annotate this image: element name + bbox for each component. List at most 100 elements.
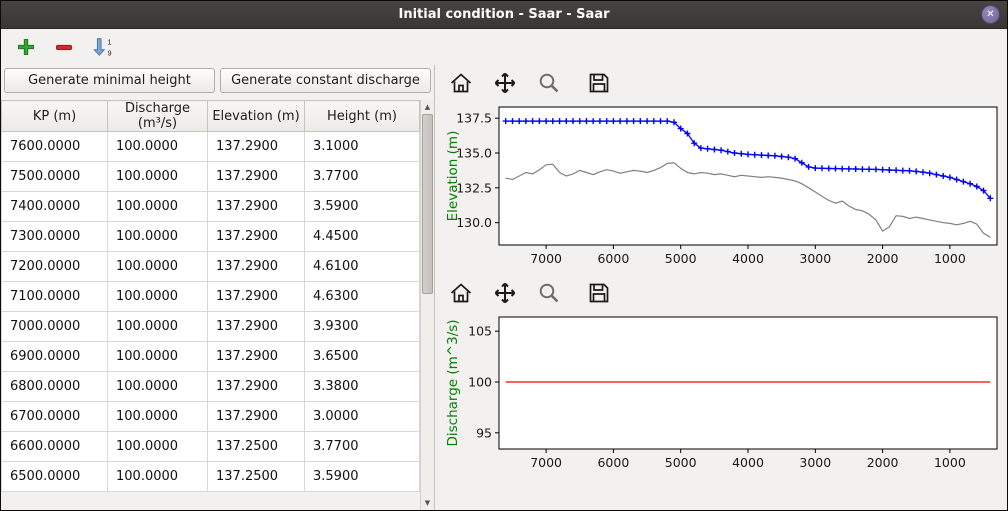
table-cell[interactable]: 3.9300 [305,312,420,342]
sort-ascending-button[interactable]: 1 9 [87,32,117,62]
content-area: Generate minimal height Generate constan… [1,65,1007,510]
table-cell[interactable]: 100.0000 [108,402,208,432]
table-cell[interactable]: 137.2900 [208,162,305,192]
window-title: Initial condition - Saar - Saar [1,7,1007,22]
table-cell[interactable]: 137.2900 [208,342,305,372]
table-cell[interactable]: 4.6300 [305,282,420,312]
pan-icon [493,281,517,305]
elevation-save-button[interactable] [585,70,613,96]
elevation-chart-toolbar [437,65,1005,99]
svg-text:5000: 5000 [665,455,697,470]
table-cell[interactable]: 3.5900 [305,192,420,222]
table-scrollbar[interactable]: ▲ ▼ [420,100,434,510]
plus-icon [16,37,36,57]
table-row: 6600.0000100.0000137.25003.7700 [2,432,420,462]
table-row: 7600.0000100.0000137.29003.1000 [2,132,420,162]
table-cell[interactable]: 137.2900 [208,192,305,222]
discharge-home-button[interactable] [447,280,475,306]
table-cell[interactable]: 137.2900 [208,132,305,162]
save-icon [587,281,611,305]
svg-text:100: 100 [468,375,492,390]
table-cell[interactable]: 137.2900 [208,222,305,252]
minus-icon [54,37,74,57]
table-cell[interactable]: 3.1000 [305,132,420,162]
table-cell[interactable]: 6500.0000 [2,462,108,492]
table-cell[interactable]: 100.0000 [108,462,208,492]
elevation-pan-button[interactable] [491,70,519,96]
generate-constant-discharge-button[interactable]: Generate constant discharge [220,68,431,93]
table-cell[interactable]: 137.2500 [208,432,305,462]
app-window: Initial condition - Saar - Saar ✕ 1 9 [0,0,1008,511]
table-cell[interactable]: 137.2900 [208,252,305,282]
svg-text:3000: 3000 [799,455,831,470]
table-cell[interactable]: 137.2900 [208,372,305,402]
table-cell[interactable]: 6900.0000 [2,342,108,372]
table-cell[interactable]: 4.6100 [305,252,420,282]
elevation-home-button[interactable] [447,70,475,96]
scrollbar-down-icon[interactable]: ▼ [421,496,434,510]
table-cell[interactable]: 7200.0000 [2,252,108,282]
svg-text:4000: 4000 [732,455,764,470]
home-icon [449,281,473,305]
remove-row-button[interactable] [49,32,79,62]
table-cell[interactable]: 4.4500 [305,222,420,252]
table-cell[interactable]: 7500.0000 [2,162,108,192]
scrollbar-track[interactable] [421,114,434,496]
discharge-pan-button[interactable] [491,280,519,306]
column-header[interactable]: Elevation (m) [208,101,305,132]
svg-text:137.5: 137.5 [456,111,492,126]
table-cell[interactable]: 6600.0000 [2,432,108,462]
discharge-chart[interactable]: 700060005000400030002000100095100105Disc… [439,309,1005,479]
table-cell[interactable]: 3.7700 [305,432,420,462]
table-panel: Generate minimal height Generate constan… [1,65,434,510]
table-cell[interactable]: 137.2900 [208,402,305,432]
column-header[interactable]: KP (m) [2,101,108,132]
discharge-save-button[interactable] [585,280,613,306]
table-cell[interactable]: 100.0000 [108,162,208,192]
table-cell[interactable]: 3.3800 [305,372,420,402]
svg-text:7000: 7000 [530,251,562,266]
table-cell[interactable]: 100.0000 [108,132,208,162]
add-row-button[interactable] [11,32,41,62]
table-cell[interactable]: 137.2900 [208,282,305,312]
scrollbar-thumb[interactable] [422,114,433,294]
table-cell[interactable]: 7600.0000 [2,132,108,162]
table-cell[interactable]: 3.0000 [305,402,420,432]
titlebar[interactable]: Initial condition - Saar - Saar ✕ [1,1,1007,29]
table-cell[interactable]: 100.0000 [108,282,208,312]
close-button[interactable]: ✕ [981,5,1000,24]
table-cell[interactable]: 100.0000 [108,372,208,402]
scrollbar-up-icon[interactable]: ▲ [421,100,434,114]
zoom-icon [537,71,561,95]
table-cell[interactable]: 100.0000 [108,192,208,222]
table-row: 7400.0000100.0000137.29003.5900 [2,192,420,222]
svg-text:9: 9 [108,48,112,57]
table-cell[interactable]: 100.0000 [108,342,208,372]
table-cell[interactable]: 137.2900 [208,312,305,342]
elevation-chart[interactable]: 7000600050004000300020001000130.0132.513… [439,99,1005,275]
table-cell[interactable]: 3.5900 [305,462,420,492]
close-icon: ✕ [986,9,994,20]
generate-buttons-row: Generate minimal height Generate constan… [1,65,434,100]
table-cell[interactable]: 100.0000 [108,252,208,282]
svg-text:95: 95 [476,425,492,440]
table-cell[interactable]: 3.6500 [305,342,420,372]
table-cell[interactable]: 7100.0000 [2,282,108,312]
discharge-zoom-button[interactable] [535,280,563,306]
elevation-zoom-button[interactable] [535,70,563,96]
table-cell[interactable]: 100.0000 [108,222,208,252]
table-row: 7300.0000100.0000137.29004.4500 [2,222,420,252]
column-header[interactable]: Height (m) [305,101,420,132]
table-cell[interactable]: 6700.0000 [2,402,108,432]
table-cell[interactable]: 100.0000 [108,312,208,342]
table-cell[interactable]: 100.0000 [108,432,208,462]
column-header[interactable]: Discharge (m³/s) [108,101,208,132]
generate-minimal-height-button[interactable]: Generate minimal height [4,68,215,93]
table-cell[interactable]: 7000.0000 [2,312,108,342]
table-cell[interactable]: 7300.0000 [2,222,108,252]
table-cell[interactable]: 7400.0000 [2,192,108,222]
svg-text:6000: 6000 [597,251,629,266]
table-cell[interactable]: 137.2500 [208,462,305,492]
table-cell[interactable]: 6800.0000 [2,372,108,402]
table-cell[interactable]: 3.7700 [305,162,420,192]
